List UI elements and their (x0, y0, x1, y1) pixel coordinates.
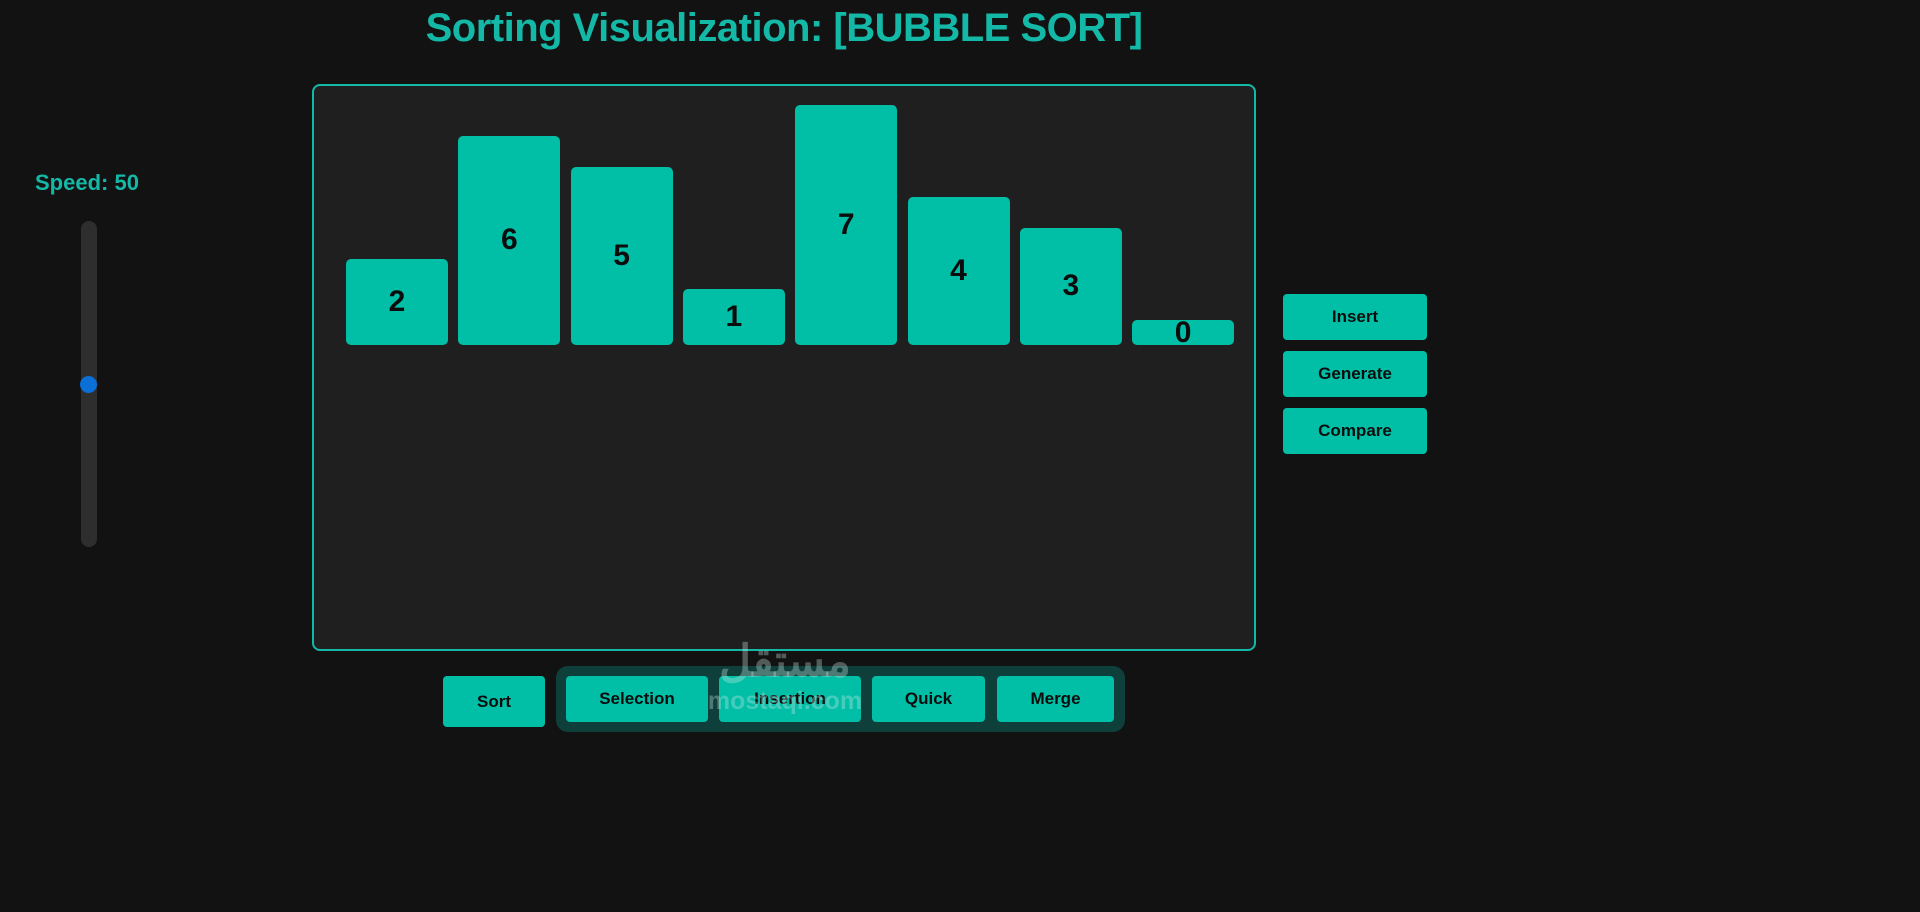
quick-sort-button[interactable]: Quick (872, 676, 985, 722)
bar-value-label: 6 (500, 223, 518, 257)
array-bar: 1 (682, 289, 785, 345)
array-bar: 5 (570, 166, 673, 345)
array-bar: 3 (1019, 227, 1122, 345)
bar-value-label: 5 (613, 238, 630, 272)
generate-button[interactable]: Generate (1283, 351, 1427, 397)
bar-value-label: 3 (1062, 269, 1080, 303)
array-bar: 4 (907, 197, 1010, 345)
merge-sort-button[interactable]: Merge (997, 676, 1114, 722)
selection-sort-button[interactable]: Selection (566, 676, 708, 722)
page-title: Sorting Visualization: [BUBBLE SORT] (425, 6, 1143, 50)
speed-label: Speed: 50 (35, 170, 139, 195)
bar-value-label: 0 (1174, 315, 1192, 349)
visualization-canvas: 2 6 5 1 7 4 3 0 (312, 84, 1256, 651)
app-root: Sorting Visualization: [BUBBLE SORT] Spe… (0, 0, 1568, 745)
bar-value-label: 2 (388, 284, 406, 318)
array-bar: 7 (795, 105, 898, 345)
bar-value-label: 4 (950, 254, 967, 288)
compare-button[interactable]: Compare (1283, 408, 1427, 454)
array-bar: 0 (1132, 316, 1235, 349)
array-bar: 2 (346, 258, 448, 345)
sort-button[interactable]: Sort (443, 676, 545, 727)
array-bar: 6 (458, 135, 561, 345)
insert-button[interactable]: Insert (1283, 294, 1427, 340)
insertion-sort-button[interactable]: Insertion (719, 676, 861, 722)
bar-value-label: 1 (725, 300, 743, 334)
bar-value-label: 7 (837, 208, 855, 242)
speed-slider-thumb[interactable] (80, 375, 97, 393)
